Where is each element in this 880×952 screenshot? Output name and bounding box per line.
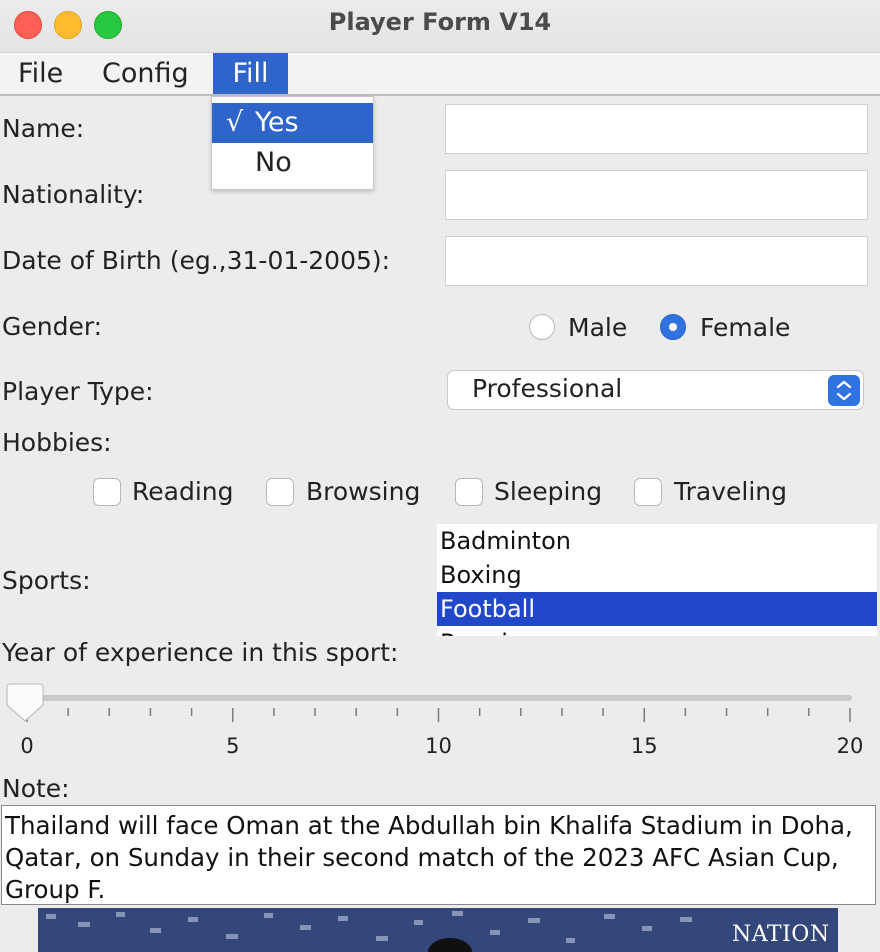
note-textarea[interactable]: Thailand will face Oman at the Abdullah …: [1, 805, 876, 905]
news-photo: NATION: [38, 908, 838, 952]
fill-menu-popup: √ Yes No: [211, 96, 374, 190]
hobby-sleeping-checkbox[interactable]: [455, 478, 483, 506]
dob-label: Date of Birth (eg.,31-01-2005):: [2, 246, 391, 275]
hobby-traveling-label[interactable]: Traveling: [674, 477, 787, 506]
slider-tick-label: 15: [630, 734, 658, 758]
name-label: Name:: [2, 114, 85, 143]
player-type-value: Professional: [472, 374, 623, 403]
menu-fill[interactable]: Fill: [213, 53, 288, 94]
photo-logo: NATION: [732, 922, 830, 947]
hobby-traveling-checkbox[interactable]: [634, 478, 662, 506]
menu-config[interactable]: Config: [102, 53, 189, 94]
updown-chevron-icon: [828, 375, 860, 406]
hobby-sleeping-label[interactable]: Sleeping: [494, 477, 602, 506]
menu-file[interactable]: File: [18, 53, 63, 94]
hobbies-label: Hobbies:: [2, 428, 112, 457]
title-bar: Player Form V14: [0, 0, 880, 53]
note-label: Note:: [2, 774, 70, 803]
name-field[interactable]: [445, 104, 868, 154]
list-item[interactable]: Boxing: [437, 558, 877, 592]
fill-yes-item[interactable]: √ Yes: [212, 103, 373, 143]
hobby-browsing-checkbox[interactable]: [266, 478, 294, 506]
nationality-label: Nationality:: [2, 180, 145, 209]
experience-slider-track[interactable]: [24, 695, 852, 701]
gender-label: Gender:: [2, 312, 103, 341]
experience-label: Year of experience in this sport:: [2, 638, 399, 667]
slider-tick-label: 0: [20, 734, 34, 758]
sports-label: Sports:: [2, 566, 91, 595]
list-item[interactable]: Badminton: [437, 524, 877, 558]
menu-bar: File Config Fill: [0, 53, 880, 96]
player-type-label: Player Type:: [2, 377, 154, 406]
list-item[interactable]: Football: [437, 592, 877, 626]
hobby-reading-checkbox[interactable]: [93, 478, 121, 506]
list-item-label: Boxing: [440, 561, 522, 589]
gender-female-radio[interactable]: [660, 314, 686, 340]
player-type-dropdown[interactable]: Professional: [447, 370, 864, 410]
list-item-label: Running: [440, 626, 538, 636]
gender-female-label[interactable]: Female: [700, 313, 790, 342]
hobby-browsing-label[interactable]: Browsing: [306, 477, 420, 506]
gender-male-radio[interactable]: [529, 314, 555, 340]
fill-no-item[interactable]: No: [212, 143, 373, 183]
list-item-label: Badminton: [440, 527, 571, 555]
slider-tick-label: 10: [425, 734, 452, 758]
list-item[interactable]: Running: [437, 626, 877, 636]
checkmark-icon: √: [226, 107, 244, 138]
gender-male-label[interactable]: Male: [568, 313, 627, 342]
window-title: Player Form V14: [328, 8, 552, 36]
experience-slider-thumb[interactable]: [0, 680, 60, 724]
slider-tick-label: 20: [836, 734, 864, 758]
hobby-reading-label[interactable]: Reading: [132, 477, 233, 506]
sports-list[interactable]: Badminton Boxing Football Running: [437, 524, 877, 636]
nationality-field[interactable]: [445, 170, 868, 220]
fill-no-label: No: [255, 147, 292, 178]
fill-yes-label: Yes: [255, 107, 299, 138]
slider-ticks: [26, 708, 851, 722]
dob-field[interactable]: [445, 236, 868, 286]
list-item-label: Football: [440, 595, 536, 623]
slider-tick-label: 5: [226, 734, 240, 758]
